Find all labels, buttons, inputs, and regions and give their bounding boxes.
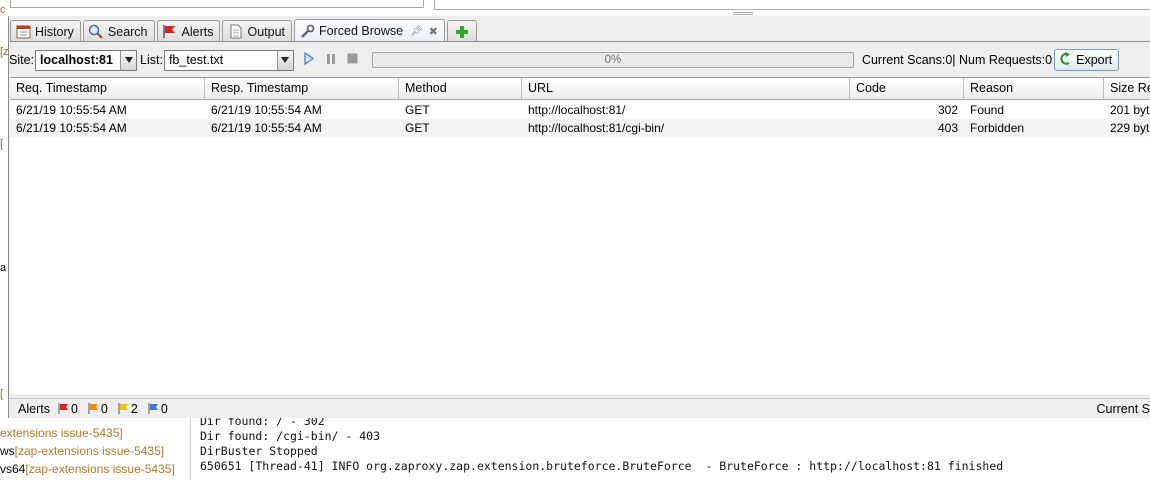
blue-flag-icon xyxy=(148,403,158,414)
column-header[interactable]: Method xyxy=(399,78,522,100)
start-scan-button[interactable] xyxy=(298,49,320,71)
status-bar: Alerts 0 0 2 0 Current S xyxy=(9,398,1150,418)
method-cell: GET xyxy=(405,121,430,135)
close-icon[interactable]: ✖ xyxy=(429,25,438,38)
tab-label: Alerts xyxy=(181,24,214,39)
stop-scan-button[interactable] xyxy=(342,49,364,71)
pause-icon xyxy=(326,53,336,68)
code-cell: 403 xyxy=(937,121,958,135)
column-header[interactable]: URL xyxy=(522,78,850,100)
column-header[interactable]: Reason xyxy=(964,78,1104,100)
red-flag-icon xyxy=(58,403,68,414)
plus-icon xyxy=(454,24,470,40)
tab-forced-browse[interactable]: Forced Browse 📌︎ ✖ xyxy=(294,19,445,42)
list-select[interactable]: fb_test.txt xyxy=(163,49,294,71)
stop-icon xyxy=(347,53,358,67)
current-scans-status: Current S xyxy=(1096,401,1150,416)
medium-alerts-count[interactable]: 0 xyxy=(88,402,108,416)
method-cell: GET xyxy=(405,103,430,117)
scan-progress-bar: 0% xyxy=(371,52,854,68)
tab-output[interactable]: Output xyxy=(222,20,292,42)
tab-label: Forced Browse xyxy=(319,24,404,38)
add-tab-button[interactable] xyxy=(446,20,477,42)
resp-timestamp-cell: 6/21/19 10:55:54 AM xyxy=(211,103,322,117)
info-alerts-count[interactable]: 0 xyxy=(148,402,168,416)
table-row[interactable]: 6/21/19 10:55:54 AM 6/21/19 10:55:54 AM … xyxy=(10,101,1150,119)
req-timestamp-cell: 6/21/19 10:55:54 AM xyxy=(16,121,127,135)
magnifier-icon xyxy=(88,24,104,40)
calendar-icon xyxy=(15,24,31,40)
upper-right-pane-edge xyxy=(434,0,1150,10)
current-scans-label: Current Scans:0 xyxy=(861,53,953,67)
tab-label: Output xyxy=(247,24,285,39)
background-commit-list: extensions issue-5435] ws [zap-extension… xyxy=(0,418,190,480)
output-console: Dir found: / - 302 Dir found: /cgi-bin/ … xyxy=(190,414,1150,480)
forced-browse-toolbar: Site: localhost:81 List: fb_test.txt 0% … xyxy=(9,47,1150,73)
low-alerts-count[interactable]: 2 xyxy=(118,402,138,416)
code-cell: 302 xyxy=(937,103,958,117)
site-select[interactable]: localhost:81 xyxy=(35,49,138,71)
splitter-grip[interactable] xyxy=(733,12,753,15)
export-button[interactable]: Export xyxy=(1054,49,1120,71)
column-header[interactable]: Code xyxy=(850,78,964,100)
table-header: Req. Timestamp Resp. Timestamp Method UR… xyxy=(10,78,1150,100)
pause-scan-button[interactable] xyxy=(320,49,342,71)
panel-tabs: History Search Alerts Output Forced Brow… xyxy=(10,18,479,42)
alerts-label: Alerts xyxy=(18,401,50,416)
column-header[interactable]: Req. Timestamp xyxy=(10,78,205,100)
tab-search[interactable]: Search xyxy=(82,20,155,42)
column-header[interactable]: Resp. Timestamp xyxy=(205,78,399,100)
console-line: 650651 [Thread-41] INFO org.zaproxy.zap.… xyxy=(200,459,1004,473)
wrench-icon xyxy=(299,23,315,39)
export-icon xyxy=(1059,51,1072,69)
progress-text: 0% xyxy=(604,54,622,66)
list-label: List: xyxy=(140,53,163,67)
size-cell: 229 byte xyxy=(1110,121,1150,135)
tab-label: Search xyxy=(107,24,148,39)
high-alerts-count[interactable]: 0 xyxy=(58,402,78,416)
url-cell: http://localhost:81/cgi-bin/ xyxy=(528,121,665,135)
reason-cell: Forbidden xyxy=(970,121,1025,135)
resp-timestamp-cell: 6/21/19 10:55:54 AM xyxy=(211,121,322,135)
num-requests-label: | Num Requests:0 xyxy=(952,53,1053,67)
size-cell: 201 byte xyxy=(1110,103,1150,117)
orange-flag-icon xyxy=(88,403,98,414)
reason-cell: Found xyxy=(970,103,1005,117)
play-icon xyxy=(304,51,315,68)
url-cell: http://localhost:81/ xyxy=(528,103,626,117)
site-select-value: localhost:81 xyxy=(40,53,113,67)
yellow-flag-icon xyxy=(118,403,128,414)
list-select-value: fb_test.txt xyxy=(168,53,224,67)
chevron-down-icon[interactable] xyxy=(120,50,137,70)
export-label: Export xyxy=(1076,53,1113,67)
upper-left-pane-edge xyxy=(10,0,424,8)
column-header[interactable]: Size Re xyxy=(1104,78,1150,100)
tab-label: History xyxy=(35,24,74,39)
table-row[interactable]: 6/21/19 10:55:54 AM 6/21/19 10:55:54 AM … xyxy=(10,119,1150,137)
console-line: Dir found: /cgi-bin/ - 403 xyxy=(200,429,381,443)
console-line: DirBuster Stopped xyxy=(200,444,318,458)
tab-history[interactable]: History xyxy=(10,20,81,42)
chevron-down-icon[interactable] xyxy=(276,50,293,70)
flag-icon xyxy=(162,24,178,40)
site-label: Site: xyxy=(9,53,35,67)
pin-icon[interactable]: 📌︎ xyxy=(410,26,423,37)
results-table: Req. Timestamp Resp. Timestamp Method UR… xyxy=(10,77,1150,394)
tab-alerts[interactable]: Alerts xyxy=(156,20,221,42)
tabs-divider xyxy=(10,41,1150,42)
document-icon xyxy=(227,24,243,40)
req-timestamp-cell: 6/21/19 10:55:54 AM xyxy=(16,103,127,117)
